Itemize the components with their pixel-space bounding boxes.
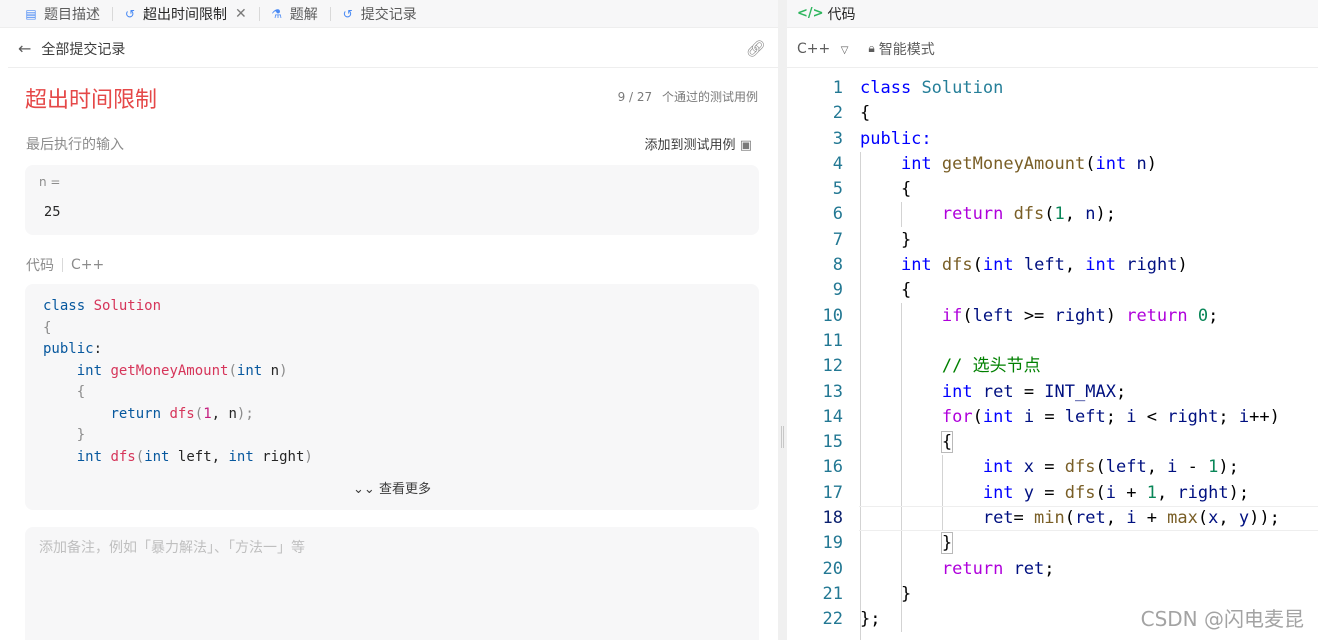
code-line: 5 { xyxy=(832,179,912,200)
code-editor[interactable]: 1 class Solution 2{ 3 public: 4 int getMon… xyxy=(787,76,1318,640)
code-line: 9 { xyxy=(832,280,912,301)
editor-tab-label[interactable]: 代码 xyxy=(828,4,856,24)
add-testcase-label: 添加到测试用例 xyxy=(644,138,736,153)
code-line: 12 // 选头节点 xyxy=(822,356,1041,377)
arrow-left-icon[interactable]: ← xyxy=(18,39,31,58)
code-line: 19 } xyxy=(822,532,954,555)
code-line: 17 int y = dfs(i + 1, right); xyxy=(822,482,1250,503)
panel-splitter[interactable] xyxy=(778,0,787,640)
code-line: 4 int getMoneyAmount(int n) xyxy=(832,153,1157,174)
tab-label: 超出时间限制 xyxy=(143,6,227,23)
tab-bar: ▤ 题目描述 ↺ 超出时间限制 ✕ ⚗ 题解 ↺ 提交记录 xyxy=(0,0,778,28)
code-line: 15 { xyxy=(822,431,954,454)
history-icon: ↺ xyxy=(342,6,353,21)
link-icon[interactable]: 🔗︎ xyxy=(746,39,766,58)
view-more-button[interactable]: ⌄⌄ 查看更多 xyxy=(25,478,759,497)
drag-handle[interactable] xyxy=(781,426,784,448)
language-value: C++ xyxy=(797,40,831,57)
lock-icon: 🔒︎ xyxy=(868,41,875,55)
flask-icon: ⚗ xyxy=(271,6,283,21)
chevron-double-down-icon: ⌄⌄ xyxy=(353,482,375,497)
passed-text: 个通过的测试用例 xyxy=(661,90,758,104)
language-select[interactable]: C++ ▽ xyxy=(797,41,848,57)
code-line: 13 int ret = INT_MAX; xyxy=(822,381,1127,402)
tab-divider xyxy=(329,6,331,21)
code-line: 14 for(int i = left; i < right; i++) xyxy=(822,406,1280,427)
result-status: 超出时间限制 xyxy=(25,88,158,113)
code-line: 7 } xyxy=(832,229,912,250)
code-line: 8 int dfs(int left, int right) xyxy=(832,255,1188,276)
code-label-text: 代码 xyxy=(26,258,54,274)
code-line: 6 return dfs(1, n); xyxy=(832,204,1116,225)
submitted-code: class Solution { public: int getMoneyAmo… xyxy=(25,284,759,510)
tab-result[interactable]: ↺ 超出时间限制 ✕ xyxy=(119,0,253,28)
code-line: 20 return ret; xyxy=(822,558,1055,579)
add-testcase-icon: ▣ xyxy=(739,138,752,153)
tab-label: 题解 xyxy=(289,6,318,23)
code-preview: class Solution { public: int getMoneyAmo… xyxy=(43,298,313,465)
last-input-box: n = 25 xyxy=(25,165,759,235)
code-label: 代码 C++ xyxy=(26,255,104,275)
last-input-label: 最后执行的输入 xyxy=(26,137,124,153)
tab-description[interactable]: ▤ 题目描述 xyxy=(20,0,106,28)
code-line-current: 18 ret= min(ret, i + max(x, y)); xyxy=(787,506,1318,532)
passed-count: 9 / 27 xyxy=(617,90,653,104)
editor-panel: </> 代码 C++ ▽ 🔒︎ 智能模式 1 class Solution 2{ … xyxy=(787,0,1318,640)
code-line: 16 int x = dfs(left, i - 1); xyxy=(822,457,1239,478)
doc-icon: ▤ xyxy=(25,6,37,21)
mode-label[interactable]: 智能模式 xyxy=(879,39,935,59)
editor-toolbar: C++ ▽ 🔒︎ 智能模式 xyxy=(787,30,1318,68)
notes-box xyxy=(25,527,759,640)
code-icon: </> xyxy=(797,6,824,21)
passed-testcases: 9 / 27 个通过的测试用例 xyxy=(618,88,758,105)
all-submissions-link[interactable]: 全部提交记录 xyxy=(41,39,125,59)
history-icon: ↺ xyxy=(124,6,136,21)
tab-solutions[interactable]: ⚗ 题解 xyxy=(266,0,324,28)
chevron-down-icon: ▽ xyxy=(840,44,849,56)
app-root: ▤ 题目描述 ↺ 超出时间限制 ✕ ⚗ 题解 ↺ 提交记录 ← 全部提交记录 🔗… xyxy=(0,0,1318,640)
notes-input[interactable] xyxy=(25,527,759,640)
close-icon[interactable]: ✕ xyxy=(235,6,247,22)
input-name: n = xyxy=(39,175,61,189)
code-line: 11 xyxy=(822,330,843,351)
code-line: 3 public: xyxy=(832,128,932,149)
tab-divider xyxy=(258,6,260,21)
tab-divider xyxy=(112,6,113,21)
code-line: 2{ xyxy=(832,103,871,124)
add-testcase-button[interactable]: 添加到测试用例 ▣ xyxy=(645,134,752,153)
watermark: CSDN @闪电麦昆 xyxy=(1140,607,1304,631)
divider xyxy=(62,258,63,272)
tab-label: 提交记录 xyxy=(360,6,417,23)
code-language: C++ xyxy=(71,257,105,273)
code-line: 1 class Solution xyxy=(832,78,1004,98)
tab-submissions[interactable]: ↺ 提交记录 xyxy=(337,0,423,28)
tab-label: 题目描述 xyxy=(44,6,100,23)
code-line: 10 if(left >= right) return 0; xyxy=(822,305,1219,326)
input-value: 25 xyxy=(44,205,61,220)
editor-tab-bar: </> 代码 xyxy=(787,0,1318,28)
left-panel: ▤ 题目描述 ↺ 超出时间限制 ✕ ⚗ 题解 ↺ 提交记录 ← 全部提交记录 🔗… xyxy=(0,0,778,640)
view-more-label: 查看更多 xyxy=(378,482,431,497)
sub-header: ← 全部提交记录 🔗︎ xyxy=(8,30,778,68)
